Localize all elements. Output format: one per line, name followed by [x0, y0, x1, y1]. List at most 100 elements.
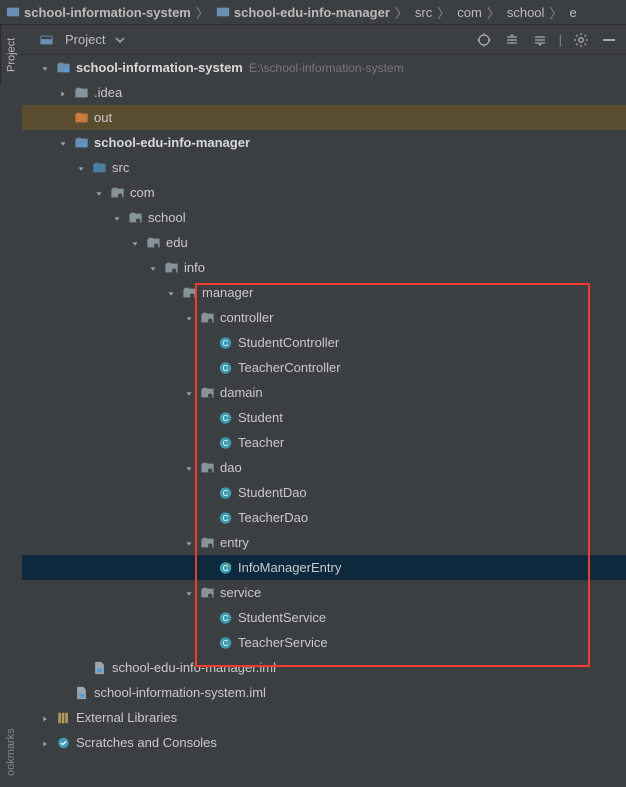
breadcrumb-item[interactable]: 〉school-edu-info-manager: [193, 3, 390, 22]
chevron-down-icon[interactable]: [166, 287, 178, 299]
tree-label: school-information-system.iml: [94, 685, 266, 700]
bookmarks-tab-vertical[interactable]: ookmarks: [0, 722, 22, 782]
tree-row[interactable]: dao: [22, 455, 626, 480]
svg-text:C: C: [222, 639, 228, 648]
tree-label: info: [184, 260, 205, 275]
svg-text:C: C: [222, 339, 228, 348]
tree-row[interactable]: damain: [22, 380, 626, 405]
tree-row[interactable]: C InfoManagerEntry: [22, 555, 626, 580]
tree-row[interactable]: External Libraries: [22, 705, 626, 730]
tree-row[interactable]: school-information-system.iml: [22, 680, 626, 705]
project-tree[interactable]: school-information-systemE:\school-infor…: [22, 55, 626, 787]
tree-label: Teacher: [238, 435, 284, 450]
tree-label: out: [94, 110, 112, 125]
chevron-down-icon[interactable]: [112, 212, 124, 224]
svg-text:C: C: [222, 614, 228, 623]
tree-label: controller: [220, 310, 273, 325]
spacer: [202, 412, 214, 424]
chevron-down-icon[interactable]: [58, 137, 70, 149]
tree-row[interactable]: Scratches and Consoles: [22, 730, 626, 755]
tree-row[interactable]: info: [22, 255, 626, 280]
tree-row[interactable]: CStudent: [22, 405, 626, 430]
tree-row[interactable]: entry: [22, 530, 626, 555]
package-icon: [163, 260, 179, 276]
tree-row[interactable]: edu: [22, 230, 626, 255]
package-icon: [109, 185, 125, 201]
locate-icon[interactable]: [475, 31, 493, 49]
tree-row[interactable]: CTeacherService: [22, 630, 626, 655]
chevron-down-icon[interactable]: [148, 262, 160, 274]
tree-label: .idea: [94, 85, 122, 100]
tree-row[interactable]: CStudentController: [22, 330, 626, 355]
chevron-down-icon[interactable]: [111, 31, 129, 49]
spacer: [202, 612, 214, 624]
package-icon: [181, 285, 197, 301]
iml-icon: [73, 685, 89, 701]
tree-label: school-information-system: [76, 60, 243, 75]
breadcrumb-item[interactable]: 〉src: [392, 3, 432, 22]
chevron-down-icon[interactable]: [40, 62, 52, 74]
class-icon: C: [217, 435, 233, 451]
spacer: [58, 112, 70, 124]
spacer: [58, 687, 70, 699]
chevron-right-icon[interactable]: [40, 712, 52, 724]
tree-row[interactable]: C StudentService: [22, 605, 626, 630]
scratch-icon: [55, 735, 71, 751]
tree-row[interactable]: C Teacher: [22, 430, 626, 455]
breadcrumb-item[interactable]: 〉com: [434, 3, 482, 22]
tree-label: InfoManagerEntry: [238, 560, 341, 575]
breadcrumb-item[interactable]: school-information-system: [6, 5, 191, 20]
tree-label: StudentService: [238, 610, 326, 625]
chevron-right-icon: 〉: [487, 3, 500, 22]
chevron-down-icon[interactable]: [184, 537, 196, 549]
tree-label: service: [220, 585, 261, 600]
spacer: [76, 662, 88, 674]
class-icon: C: [217, 360, 233, 376]
tree-row[interactable]: .idea: [22, 80, 626, 105]
chevron-down-icon[interactable]: [94, 187, 106, 199]
chevron-down-icon[interactable]: [76, 162, 88, 174]
tree-row[interactable]: src: [22, 155, 626, 180]
svg-text:C: C: [222, 514, 228, 523]
chevron-down-icon[interactable]: [130, 237, 142, 249]
tree-label: edu: [166, 235, 188, 250]
chevron-down-icon[interactable]: [184, 587, 196, 599]
class-icon: C: [217, 410, 233, 426]
expand-all-icon[interactable]: [503, 31, 521, 49]
chevron-right-icon: 〉: [196, 3, 209, 22]
svg-text:C: C: [222, 364, 228, 373]
project-icon: [38, 32, 54, 48]
tree-row[interactable]: school-information-systemE:\school-infor…: [22, 55, 626, 80]
svg-text:C: C: [222, 564, 228, 573]
tree-row[interactable]: school-edu-info-manager: [22, 130, 626, 155]
tree-row[interactable]: school-edu-info-manager.iml: [22, 655, 626, 680]
tree-row[interactable]: manager: [22, 280, 626, 305]
tree-label: src: [112, 160, 129, 175]
tree-row[interactable]: school: [22, 205, 626, 230]
gear-icon[interactable]: [572, 31, 590, 49]
tree-row[interactable]: CStudentDao: [22, 480, 626, 505]
tree-row[interactable]: controller: [22, 305, 626, 330]
tree-row[interactable]: service: [22, 580, 626, 605]
tree-row[interactable]: com: [22, 180, 626, 205]
breadcrumbs[interactable]: school-information-system〉school-edu-inf…: [0, 0, 626, 25]
tree-row[interactable]: out: [22, 105, 626, 130]
package-icon: [199, 535, 215, 551]
collapse-all-icon[interactable]: [531, 31, 549, 49]
tree-label: school: [148, 210, 186, 225]
chevron-down-icon[interactable]: [184, 387, 196, 399]
chevron-down-icon[interactable]: [184, 462, 196, 474]
package-icon: [199, 385, 215, 401]
tree-row[interactable]: CTeacherController: [22, 355, 626, 380]
tree-label: school-edu-info-manager.iml: [112, 660, 276, 675]
tree-label: External Libraries: [76, 710, 177, 725]
breadcrumb-item[interactable]: 〉school: [484, 3, 545, 22]
hide-icon[interactable]: [600, 31, 618, 49]
tree-row[interactable]: CTeacherDao: [22, 505, 626, 530]
project-tab-vertical[interactable]: Project: [0, 25, 22, 85]
chevron-down-icon[interactable]: [184, 312, 196, 324]
chevron-right-icon[interactable]: [40, 737, 52, 749]
chevron-right-icon[interactable]: [58, 87, 70, 99]
breadcrumb-item[interactable]: 〉e: [546, 3, 576, 22]
module-icon: [55, 60, 71, 76]
